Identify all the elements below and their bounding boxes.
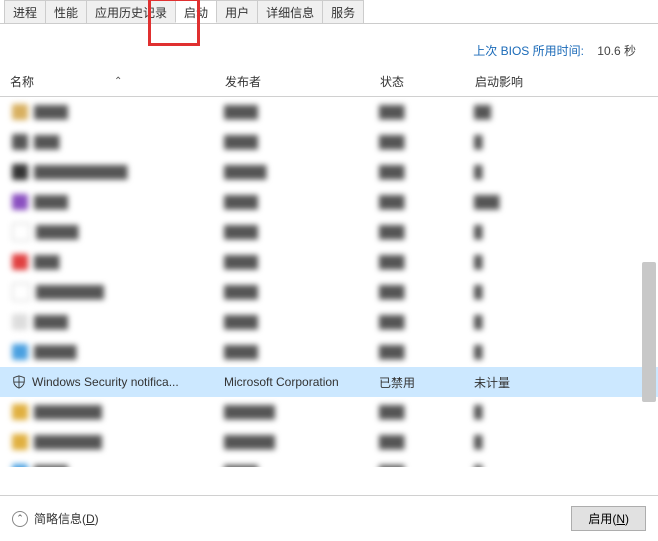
list-item-selected[interactable]: Windows Security notifica... Microsoft C… (0, 367, 658, 397)
tab-app-history[interactable]: 应用历史记录 (86, 0, 176, 23)
tab-bar: 进程 性能 应用历史记录 启动 用户 详细信息 服务 (0, 0, 658, 24)
bios-time-value: 10.6 秒 (597, 44, 636, 58)
tab-users[interactable]: 用户 (216, 0, 258, 23)
list-item[interactable]: █████████████ (0, 337, 658, 367)
chevron-up-icon: ⌃ (12, 511, 28, 527)
sort-indicator-icon: ⌃ (114, 76, 122, 87)
column-headers: 名称 ⌃ 发布者 状态 启动影响 (0, 69, 658, 97)
list-item[interactable]: ████████████ (0, 457, 658, 467)
list-item[interactable]: ████████████████████ (0, 157, 658, 187)
bios-time-label: 上次 BIOS 所用时间: (473, 44, 584, 58)
col-header-publisher[interactable]: 发布者 (225, 73, 380, 90)
tab-processes[interactable]: 进程 (4, 0, 46, 23)
tab-details[interactable]: 详细信息 (257, 0, 323, 23)
list-item[interactable]: ███████████ (0, 247, 658, 277)
tab-startup[interactable]: 启动 (175, 0, 217, 23)
item-name: Windows Security notifica... (32, 375, 179, 389)
list-item[interactable]: ██████████████████ (0, 397, 658, 427)
item-status: 已禁用 (379, 374, 474, 391)
list-item[interactable]: ██████████████████ (0, 427, 658, 457)
list-item[interactable]: █████████████ (0, 97, 658, 127)
tab-services[interactable]: 服务 (322, 0, 364, 23)
list-item[interactable]: ████████████ (0, 307, 658, 337)
list-item[interactable]: ███████████ (0, 127, 658, 157)
brief-info-link[interactable]: ⌃ 简略信息(D) (12, 510, 99, 527)
enable-button[interactable]: 启用(N) (571, 506, 646, 531)
col-header-name[interactable]: 名称 ⌃ (10, 73, 225, 90)
shield-icon (12, 375, 26, 389)
col-header-status[interactable]: 状态 (380, 73, 475, 90)
list-item[interactable]: █████████████ (0, 217, 658, 247)
bios-time-bar: 上次 BIOS 所用时间: 10.6 秒 (0, 24, 658, 69)
startup-list: █████████████ ███████████ ██████████████… (0, 97, 658, 467)
scrollbar-thumb[interactable] (642, 262, 656, 402)
col-header-impact[interactable]: 启动影响 (475, 73, 595, 90)
item-publisher: Microsoft Corporation (224, 375, 379, 389)
list-item[interactable]: ██████████████ (0, 187, 658, 217)
footer-bar: ⌃ 简略信息(D) 启用(N) (0, 495, 658, 541)
tab-performance[interactable]: 性能 (45, 0, 87, 23)
list-item[interactable]: ████████████████ (0, 277, 658, 307)
item-impact: 未计量 (474, 374, 594, 391)
